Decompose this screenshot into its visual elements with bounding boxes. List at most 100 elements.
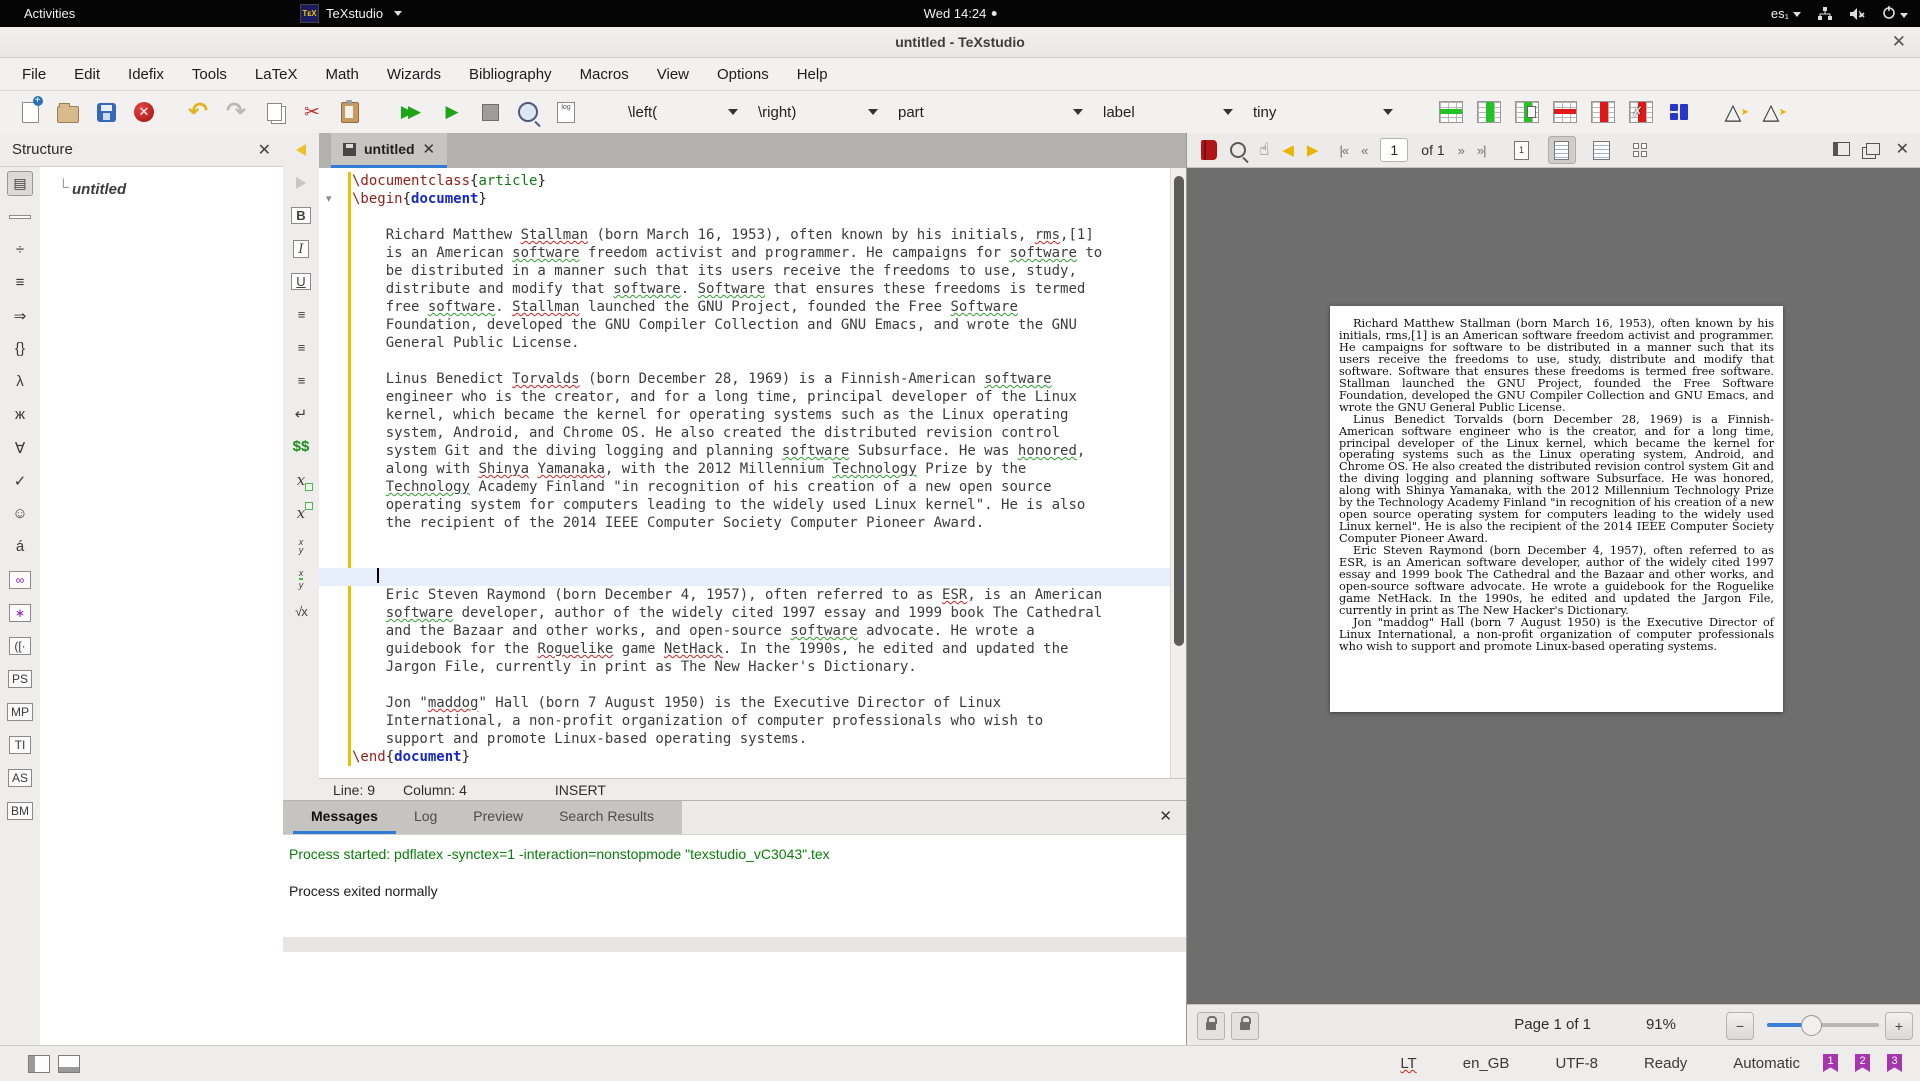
toolbar-dropdown-2[interactable]: part	[888, 99, 1093, 125]
menu-tools[interactable]: Tools	[178, 66, 241, 83]
messages-tab-preview[interactable]: Preview	[455, 801, 541, 834]
edit-tool-bold[interactable]: B	[283, 199, 319, 232]
pdf-forward-icon[interactable]: ▶	[1307, 138, 1319, 162]
structure-close-button[interactable]: ✕	[258, 140, 271, 160]
code-line[interactable]: International, a non-profit organization…	[352, 712, 1168, 730]
zoom-out-button[interactable]: −	[1726, 1012, 1754, 1040]
edit-tool-align-right[interactable]: ≡	[283, 364, 319, 397]
menu-edit[interactable]: Edit	[60, 66, 114, 83]
code-line[interactable]: along with Shinya Yamanaka, with the 201…	[352, 460, 1168, 478]
edit-tool-fraction-stacked[interactable]: xy	[283, 529, 319, 562]
sidebar-item-asymptote-commands[interactable]: AS	[0, 761, 40, 794]
cut-table-column-button[interactable]: ✗	[1629, 100, 1653, 124]
pdf-last-page-button[interactable]: »|	[1477, 138, 1487, 162]
sidebar-item-symbols-star[interactable]: ∗	[0, 596, 40, 629]
sidebar-item-pstricks-commands[interactable]: PS	[0, 662, 40, 695]
pdf-page-input[interactable]: 1	[1380, 138, 1409, 162]
keyboard-layout-indicator[interactable]: es₁	[1771, 6, 1801, 21]
code-area[interactable]: \documentclass{article} \begin{document} …	[319, 172, 1182, 766]
editor-tab-untitled[interactable]: untitled ✕	[331, 133, 448, 168]
menu-bibliography[interactable]: Bibliography	[455, 66, 566, 83]
code-line[interactable]: Eric Steven Raymond (born December 4, 19…	[352, 586, 1168, 604]
next-warning-button[interactable]: △	[1759, 100, 1787, 125]
edit-tool-superscript[interactable]: x	[283, 496, 319, 529]
sidebar-item-symbols-operators[interactable]: ÷	[0, 233, 40, 266]
edit-tool-inline-math[interactable]: $$	[283, 430, 319, 463]
sidebar-item-symbols-arrows[interactable]: ⇒	[0, 299, 40, 332]
build-and-view-button[interactable]: ▶▶	[396, 100, 426, 124]
pdf-single-page-mode-button[interactable]: 1	[1509, 137, 1535, 163]
bookmark-badge-3[interactable]: 3	[1887, 1054, 1902, 1072]
edit-tool-align-center[interactable]: ≡	[283, 331, 319, 364]
editor-scrollbar[interactable]	[1170, 168, 1187, 778]
bookmark-badge-2[interactable]: 2	[1855, 1054, 1870, 1072]
new-document-button[interactable]	[18, 95, 43, 124]
paste-table-column-button[interactable]	[1515, 100, 1539, 124]
menu-help[interactable]: Help	[783, 66, 842, 83]
menu-macros[interactable]: Macros	[566, 66, 643, 83]
clock-button[interactable]: Wed 14:24	[924, 0, 997, 27]
sidebar-item-symbols-logic[interactable]: ∀	[0, 431, 40, 464]
code-line[interactable]: Linus Benedict Torvalds (born December 2…	[352, 370, 1168, 388]
messages-tab-log[interactable]: Log	[396, 801, 455, 834]
menu-idefix[interactable]: Idefix	[114, 66, 178, 83]
align-table-columns-button[interactable]	[1667, 100, 1691, 124]
code-line[interactable]: Foundation, developed the GNU Compiler C…	[352, 316, 1168, 334]
toolbar-dropdown-0[interactable]: \left(	[618, 99, 748, 125]
edit-tool-square-root[interactable]: √x	[283, 595, 319, 628]
sidebar-item-symbols-misc[interactable]: ☺	[0, 497, 40, 530]
pdf-back-icon[interactable]: ◀	[1282, 138, 1294, 162]
pdf-pan-tool-icon[interactable]: ☝	[1259, 138, 1269, 162]
code-line[interactable]: software developer, author of the widely…	[352, 604, 1168, 622]
code-line[interactable]	[352, 676, 1168, 694]
paste-button[interactable]	[338, 99, 362, 124]
menu-math[interactable]: Math	[311, 66, 372, 83]
code-line[interactable]: guidebook for the Roguelike game NetHack…	[352, 640, 1168, 658]
compile-button[interactable]: ▶	[440, 100, 464, 124]
power-menu[interactable]	[1882, 5, 1908, 22]
toggle-messages-icon[interactable]	[58, 1055, 80, 1073]
close-document-button[interactable]: ✕	[132, 100, 156, 124]
pdf-dock-icon[interactable]	[1832, 142, 1850, 156]
add-table-row-button[interactable]	[1439, 100, 1463, 124]
redo-button[interactable]: ↷	[224, 100, 248, 124]
edit-tool-underline[interactable]: U	[283, 265, 319, 298]
code-line[interactable]: the recipient of the 2014 IEEE Computer …	[352, 514, 1168, 532]
pdf-grid-mode-button[interactable]	[1628, 137, 1654, 163]
status-item-utf-8[interactable]: UTF-8	[1555, 1055, 1598, 1072]
zoom-slider-handle[interactable]	[1801, 1015, 1822, 1036]
code-line[interactable]	[352, 352, 1168, 370]
toggle-sidebar-icon[interactable]	[28, 1055, 50, 1073]
pdf-detach-window-icon[interactable]	[1865, 143, 1880, 155]
code-line[interactable]: engineer who is the creator, and for a l…	[352, 388, 1168, 406]
stop-compile-button[interactable]	[478, 100, 502, 124]
code-line[interactable]: kernel, which became the kernel for oper…	[352, 406, 1168, 424]
sidebar-item-symbols-check[interactable]: ✓	[0, 464, 40, 497]
status-item-ready[interactable]: Ready	[1644, 1055, 1687, 1072]
editor-scrollbar-thumb[interactable]	[1174, 176, 1184, 646]
view-log-button[interactable]: log	[554, 100, 578, 124]
tab-close-icon[interactable]: ✕	[423, 140, 436, 158]
pdf-two-page-mode-button[interactable]	[1589, 137, 1615, 163]
pdf-continuous-mode-button[interactable]	[1547, 136, 1576, 164]
code-line[interactable]	[352, 208, 1168, 226]
edit-tool-subscript[interactable]: x	[283, 463, 319, 496]
code-line[interactable]	[352, 550, 1168, 568]
status-item-lt[interactable]: LT	[1400, 1055, 1416, 1072]
toolbar-dropdown-4[interactable]: tiny	[1243, 99, 1403, 125]
menu-file[interactable]: File	[8, 66, 60, 83]
zoom-in-button[interactable]: +	[1885, 1012, 1913, 1040]
pdf-search-icon[interactable]	[1230, 138, 1246, 162]
code-line[interactable]: system, Android, and Chrome OS. He also …	[352, 424, 1168, 442]
code-line[interactable]: General Public License.	[352, 334, 1168, 352]
edit-tool-align-left[interactable]: ≡	[283, 298, 319, 331]
window-close-button[interactable]: ✕	[1892, 27, 1906, 57]
edit-tool-previous-change[interactable]	[283, 133, 319, 166]
zoom-slider[interactable]	[1767, 1015, 1879, 1036]
code-line[interactable]: distribute and modify that software. Sof…	[352, 280, 1168, 298]
bookmark-badge-1[interactable]: 1	[1823, 1054, 1838, 1072]
status-item-en-gb[interactable]: en_GB	[1463, 1055, 1510, 1072]
toolbar-dropdown-3[interactable]: label	[1093, 99, 1243, 125]
code-line[interactable]: is an American software freedom activist…	[352, 244, 1168, 262]
sidebar-item-tikz-commands[interactable]: TI	[0, 728, 40, 761]
